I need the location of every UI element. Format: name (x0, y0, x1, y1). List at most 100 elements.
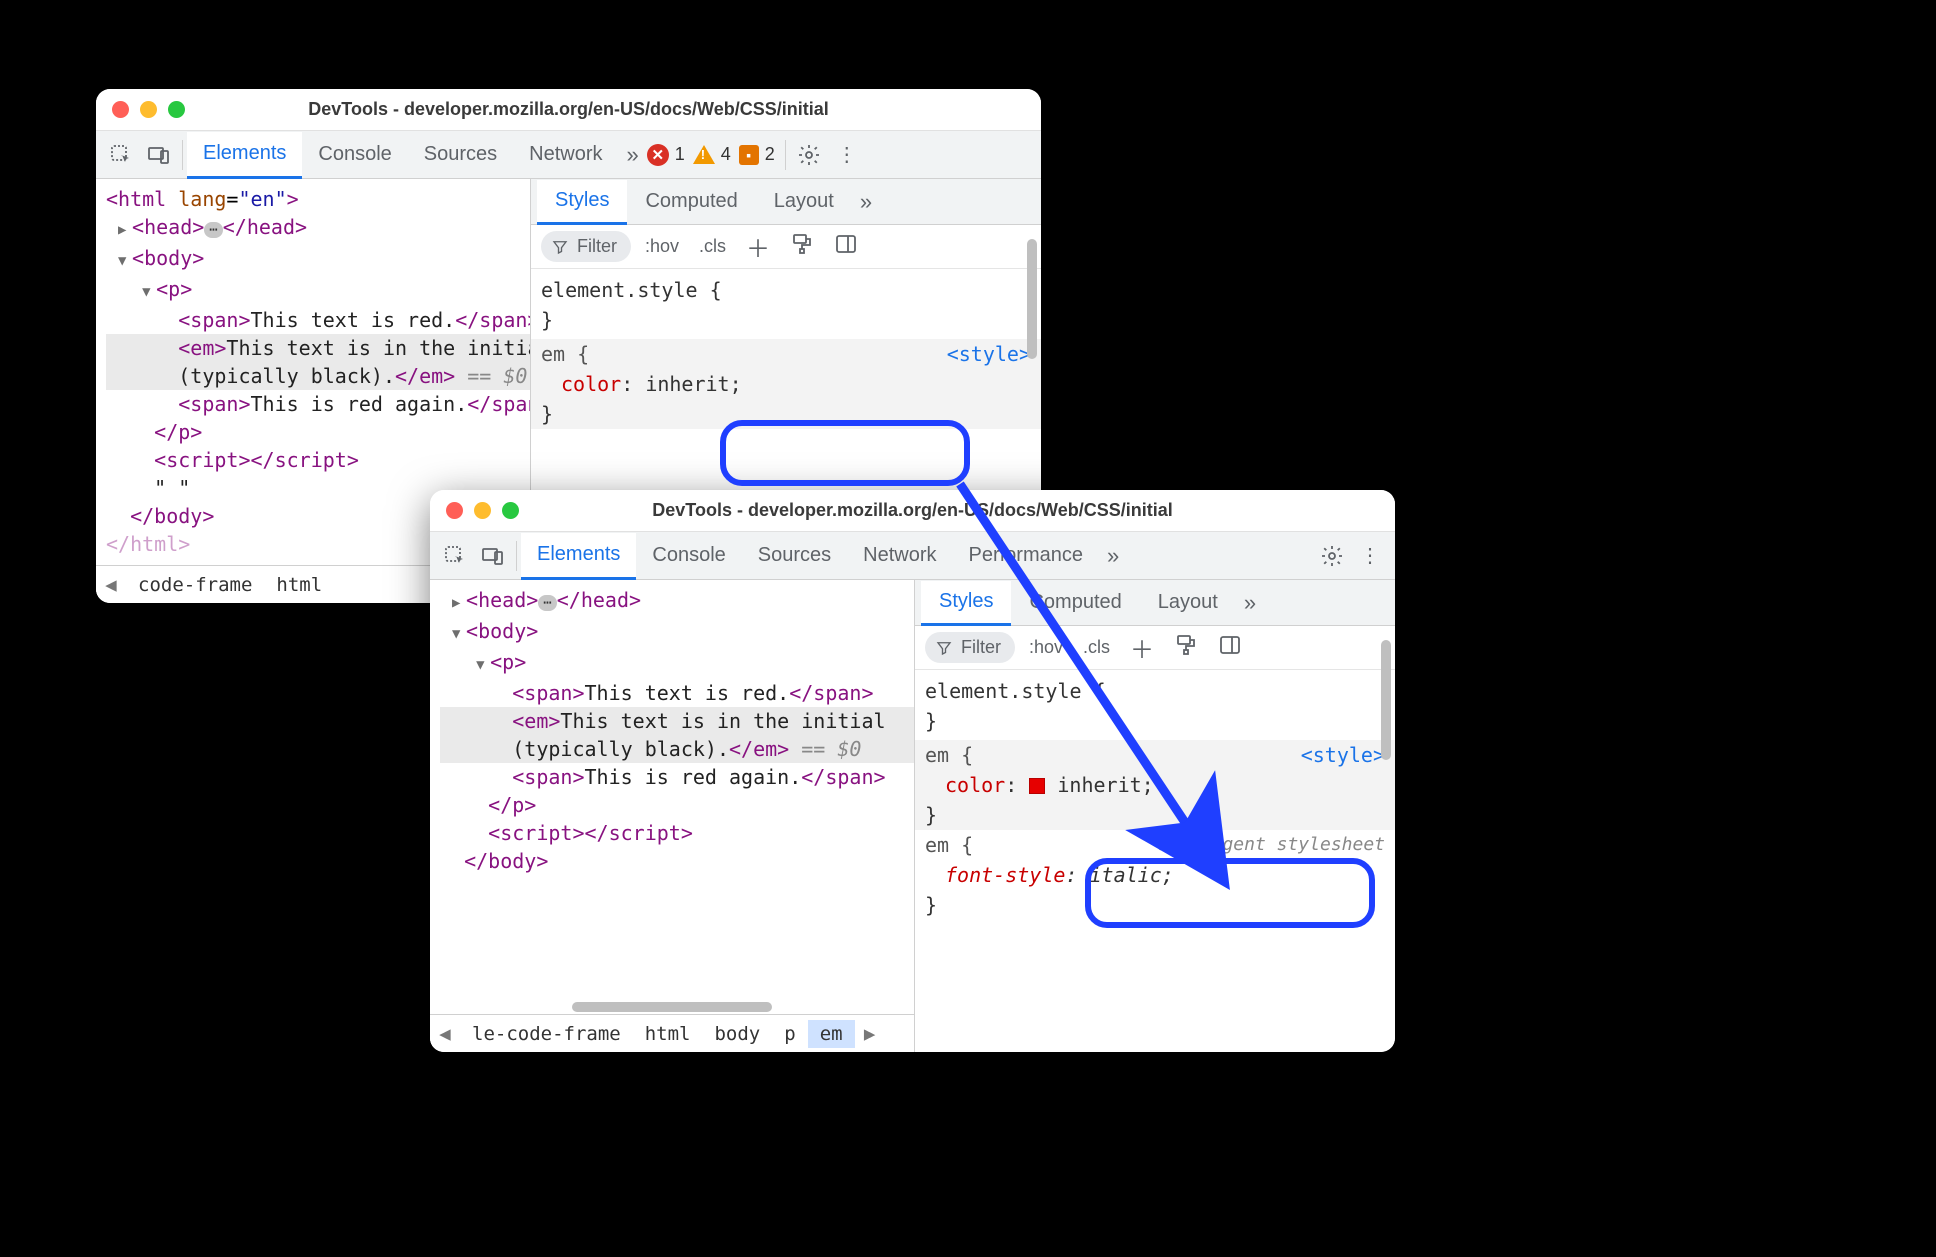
hov-button[interactable]: :hov (639, 234, 685, 259)
panel-toggle-icon[interactable] (1212, 631, 1248, 664)
value-inherit[interactable]: inherit; (645, 372, 741, 396)
dom-panel[interactable]: ▶<head>⋯</head> ▼<body> ▼<p> <span>This … (430, 580, 915, 1052)
p-open[interactable]: <p> (156, 277, 192, 301)
paint-icon[interactable] (1168, 631, 1204, 664)
issue-icon[interactable]: ▪ (739, 145, 759, 165)
funnel-icon (935, 639, 953, 657)
tab-network[interactable]: Network (847, 532, 952, 579)
tab-network[interactable]: Network (513, 131, 618, 178)
styles-tab-styles[interactable]: Styles (921, 581, 1011, 626)
hov-button[interactable]: :hov (1023, 635, 1069, 660)
element-style-selector[interactable]: element.style { (541, 278, 722, 302)
head-open[interactable]: <head> (466, 588, 538, 612)
breadcrumb-item-selected[interactable]: em (808, 1020, 855, 1048)
error-icon[interactable]: ✕ (647, 144, 669, 166)
styles-tab-layout[interactable]: Layout (1140, 580, 1236, 625)
tab-elements[interactable]: Elements (187, 132, 302, 179)
ellipsis-icon[interactable]: ⋯ (204, 222, 222, 238)
value-inherit[interactable]: inherit; (1057, 773, 1153, 797)
em-selector-ua[interactable]: em { (925, 833, 973, 857)
styles-tab-computed[interactable]: Computed (627, 179, 755, 224)
styles-tab-computed[interactable]: Computed (1011, 580, 1139, 625)
cls-button[interactable]: .cls (693, 234, 732, 259)
styles-panel: Styles Computed Layout » Filter :hov .cl… (915, 580, 1395, 1052)
prop-color[interactable]: color (561, 372, 621, 396)
breadcrumb-item[interactable]: code-frame (126, 571, 264, 599)
styles-toolbar: Filter :hov .cls ＋ (915, 626, 1395, 670)
traffic-lights[interactable] (446, 502, 519, 519)
breadcrumb-prev-icon[interactable]: ◀ (430, 1020, 460, 1048)
issue-count: 2 (765, 144, 775, 165)
more-tabs-icon[interactable]: » (619, 142, 647, 168)
traffic-lights[interactable] (112, 101, 185, 118)
close-window-icon[interactable] (112, 101, 129, 118)
device-toolbar-icon[interactable] (140, 136, 178, 174)
new-rule-icon[interactable]: ＋ (1124, 628, 1160, 667)
close-window-icon[interactable] (446, 502, 463, 519)
source-link[interactable]: <style> (1301, 740, 1385, 770)
kebab-menu-icon[interactable]: ⋮ (828, 136, 866, 174)
more-tabs-icon[interactable]: » (1099, 543, 1127, 569)
styles-tab-layout[interactable]: Layout (756, 179, 852, 224)
maximize-window-icon[interactable] (168, 101, 185, 118)
panel-toggle-icon[interactable] (828, 230, 864, 263)
warning-icon[interactable] (693, 145, 715, 164)
filter-placeholder: Filter (577, 236, 617, 257)
device-toolbar-icon[interactable] (474, 537, 512, 575)
devtools-window-2: DevTools - developer.mozilla.org/en-US/d… (430, 490, 1395, 1052)
span1-open[interactable]: <span> (178, 308, 250, 332)
scrollbar[interactable] (1381, 640, 1391, 760)
breadcrumb-next-icon[interactable]: ▶ (855, 1020, 885, 1048)
tab-sources[interactable]: Sources (408, 131, 513, 178)
body-open[interactable]: <body> (132, 246, 204, 270)
head-open[interactable]: <head> (132, 215, 204, 239)
breadcrumb-prev-icon[interactable]: ◀ (96, 571, 126, 599)
minimize-window-icon[interactable] (140, 101, 157, 118)
dollar-zero: == $0 (789, 737, 861, 761)
styles-filter[interactable]: Filter (925, 632, 1015, 663)
maximize-window-icon[interactable] (502, 502, 519, 519)
ellipsis-icon[interactable]: ⋯ (538, 595, 556, 611)
selected-node[interactable]: <em>This text is in the initial (106, 334, 530, 362)
breadcrumb-item[interactable]: body (702, 1020, 772, 1048)
more-styles-tabs-icon[interactable]: » (852, 189, 880, 215)
breadcrumb-item[interactable]: p (772, 1020, 807, 1048)
kebab-menu-icon[interactable]: ⋮ (1351, 537, 1389, 575)
em-selector[interactable]: em { (925, 743, 973, 767)
cls-button[interactable]: .cls (1077, 635, 1116, 660)
new-rule-icon[interactable]: ＋ (740, 227, 776, 266)
em-selector[interactable]: em { (541, 342, 589, 366)
inspect-icon[interactable] (102, 136, 140, 174)
p-open[interactable]: <p> (490, 650, 526, 674)
scrollbar[interactable] (1027, 239, 1037, 359)
tab-console[interactable]: Console (302, 131, 407, 178)
more-styles-tabs-icon[interactable]: » (1236, 590, 1264, 616)
tab-sources[interactable]: Sources (742, 532, 847, 579)
breadcrumb-item[interactable]: html (633, 1020, 703, 1048)
minimize-window-icon[interactable] (474, 502, 491, 519)
prop-color[interactable]: color (945, 773, 1005, 797)
window-title: DevTools - developer.mozilla.org/en-US/d… (96, 99, 1041, 120)
element-style-selector[interactable]: element.style { (925, 679, 1106, 703)
tab-elements[interactable]: Elements (521, 533, 636, 580)
prop-font-style[interactable]: font-style (945, 863, 1065, 887)
paint-icon[interactable] (784, 230, 820, 263)
styles-filter[interactable]: Filter (541, 231, 631, 262)
tab-console[interactable]: Console (636, 532, 741, 579)
selected-node[interactable]: <em>This text is in the initial (440, 707, 914, 735)
settings-icon[interactable] (1313, 537, 1351, 575)
scrollbar[interactable] (572, 1002, 772, 1012)
inspect-icon[interactable] (436, 537, 474, 575)
breadcrumb-item[interactable]: le-code-frame (460, 1020, 633, 1048)
breadcrumb-item[interactable]: html (264, 571, 334, 599)
breadcrumbs[interactable]: ◀ le-code-frame html body p em ▶ (430, 1014, 914, 1052)
body-open[interactable]: <body> (466, 619, 538, 643)
styles-tab-styles[interactable]: Styles (537, 180, 627, 225)
styles-rules[interactable]: element.style { } <style> em { color: in… (915, 670, 1395, 1052)
settings-icon[interactable] (790, 136, 828, 174)
color-swatch-icon[interactable] (1029, 778, 1045, 794)
value-italic[interactable]: italic; (1090, 863, 1174, 887)
source-link[interactable]: <style> (947, 339, 1031, 369)
tab-performance[interactable]: Performance (953, 532, 1100, 579)
status-badges[interactable]: ✕1 4 ▪2 (647, 144, 781, 166)
